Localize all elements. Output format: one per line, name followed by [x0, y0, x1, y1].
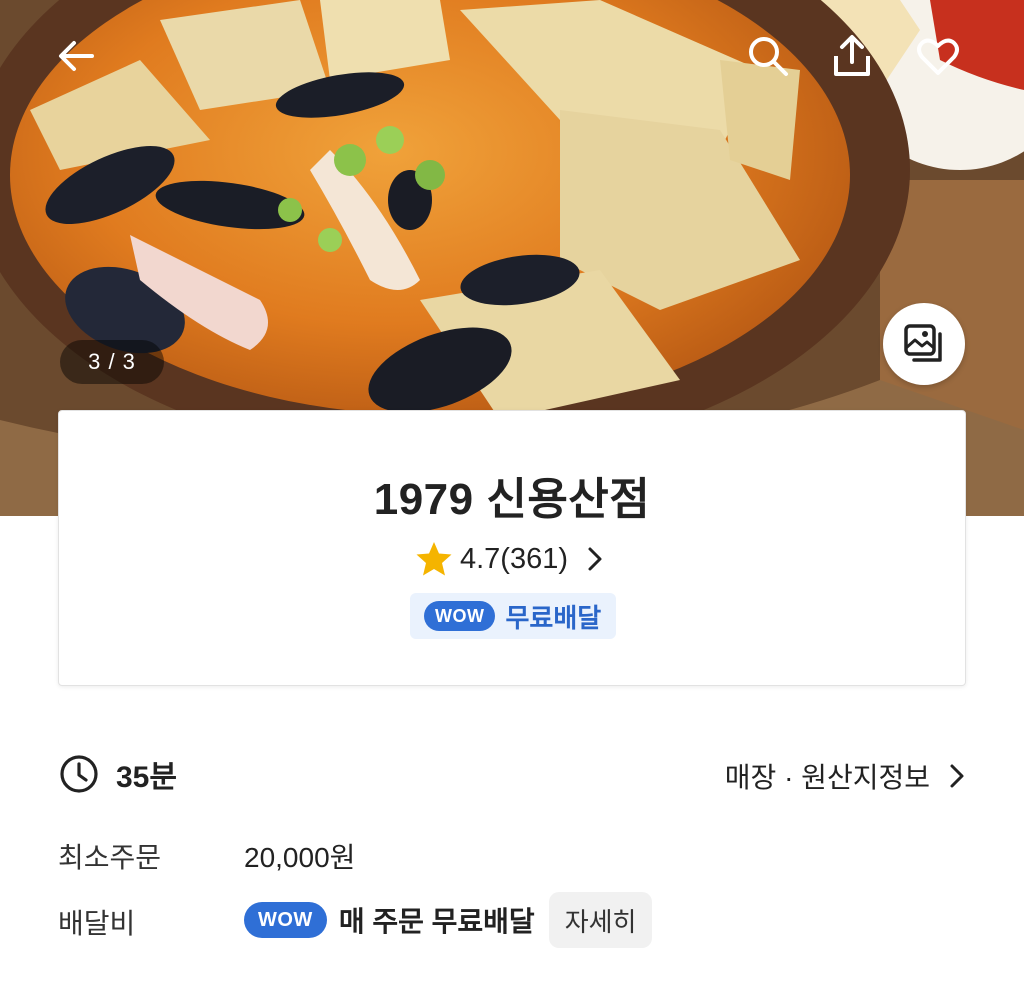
wow-label: WOW — [244, 902, 327, 938]
share-icon — [834, 35, 870, 76]
chevron-right-icon — [950, 764, 964, 788]
clock-icon — [60, 755, 98, 793]
delivery-fee-label: 배달비 — [58, 908, 136, 939]
photo-gallery-icon — [904, 324, 942, 362]
rating-text: 4.7(361) — [459, 542, 568, 575]
arrow-left-icon — [59, 41, 94, 71]
rating-link[interactable]: 4.7(361) — [59, 539, 965, 579]
store-origin-info-label: 매장 · 원산지정보 — [724, 762, 930, 793]
share-button[interactable] — [824, 28, 880, 84]
chevron-right-icon — [588, 547, 602, 571]
wow-free-delivery-badge[interactable]: WOW 무료배달 — [410, 593, 616, 639]
heart-icon — [917, 38, 959, 75]
search-icon — [749, 37, 788, 76]
star-icon — [416, 542, 452, 576]
image-counter: 3 / 3 — [60, 340, 164, 384]
min-order-value: 20,000원 — [244, 842, 356, 873]
gallery-button[interactable] — [883, 303, 965, 385]
delivery-time-text: 35분 — [116, 761, 177, 794]
delivery-fee-text: 매 주문 무료배달 — [338, 906, 535, 937]
store-origin-info-link[interactable]: 매장 · 원산지정보 — [725, 756, 972, 796]
favorite-button[interactable] — [910, 28, 966, 84]
min-order-label: 최소주문 — [58, 842, 162, 873]
store-name: 1979 신용산점 — [373, 475, 651, 524]
wow-label: WOW — [424, 601, 496, 631]
back-button[interactable] — [48, 28, 104, 84]
detail-button[interactable]: 자세히 — [548, 892, 653, 948]
search-button[interactable] — [740, 28, 796, 84]
delivery-time: 35분 — [58, 752, 177, 796]
free-delivery-label: 무료배달 — [505, 602, 602, 633]
store-card: 1979 신용산점 4.7(361) WOW 무료배달 — [58, 410, 966, 686]
delivery-fee-row: WOW 매 주문 무료배달 자세히 — [244, 892, 653, 948]
